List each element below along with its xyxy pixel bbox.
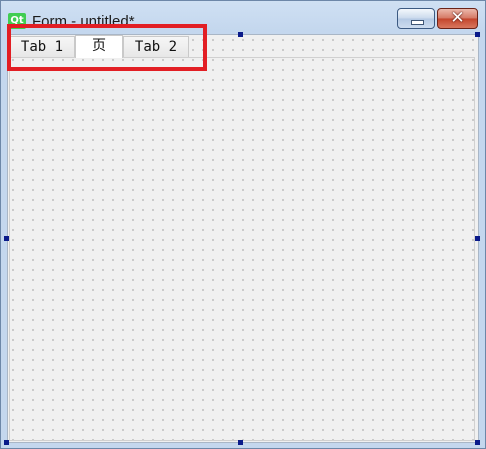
- resize-handle-bottom-left[interactable]: [4, 440, 9, 445]
- annotation-highlight-box: [7, 24, 207, 71]
- close-button[interactable]: ✕: [437, 8, 478, 29]
- resize-handle-left[interactable]: [4, 236, 9, 241]
- minimize-icon: [411, 20, 424, 25]
- resize-handle-right[interactable]: [475, 236, 480, 241]
- resize-handle-bottom[interactable]: [238, 440, 243, 445]
- resize-handle-bottom-right[interactable]: [475, 440, 480, 445]
- tab-widget-pane[interactable]: [9, 57, 475, 441]
- minimize-button[interactable]: [397, 8, 435, 29]
- resize-handle-top-right[interactable]: [475, 32, 480, 37]
- resize-handle-top[interactable]: [238, 32, 243, 37]
- designer-window: Qt Form - untitled* ✕ Tab 1 Tab 2 页: [0, 0, 486, 449]
- close-icon: ✕: [450, 8, 465, 28]
